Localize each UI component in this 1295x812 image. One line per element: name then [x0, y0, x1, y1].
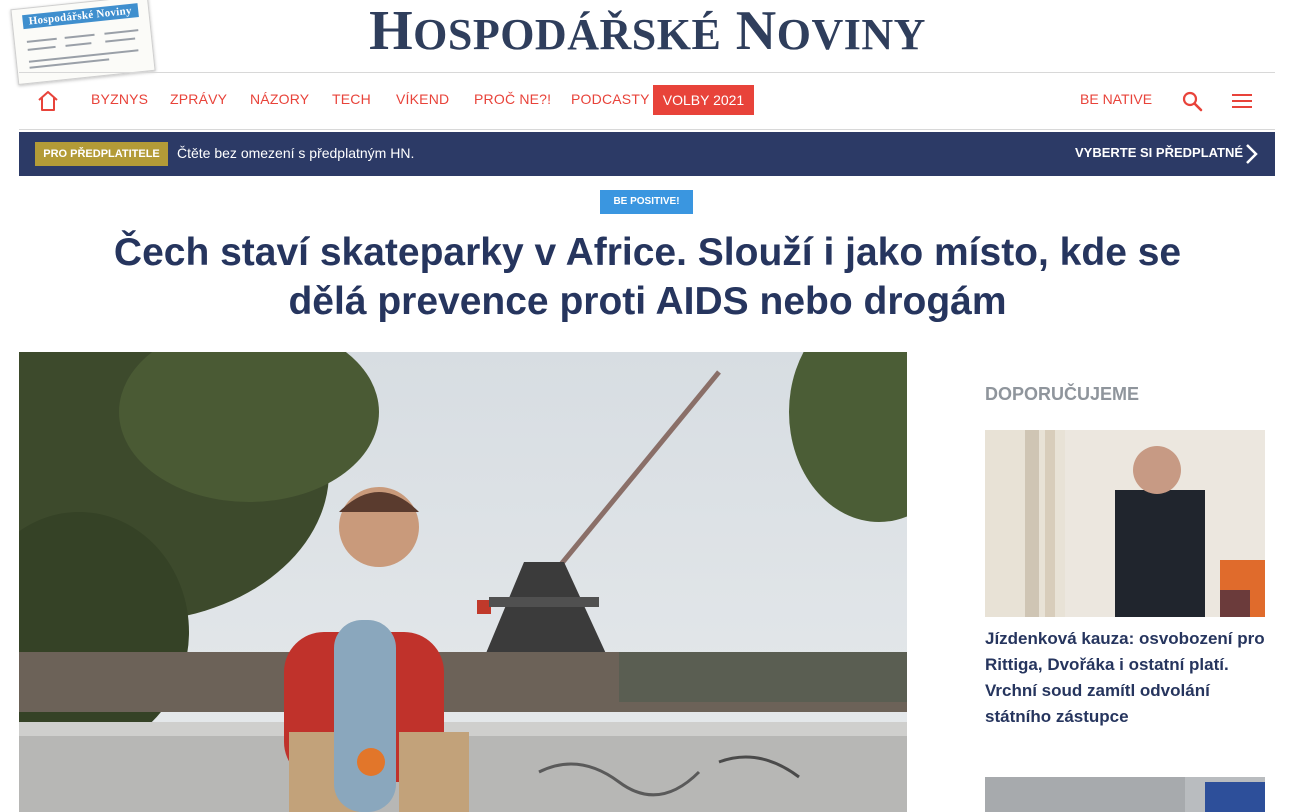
- logo-word: OVINY: [776, 10, 926, 59]
- choose-subscription-link[interactable]: VYBERTE SI PŘEDPLATNÉ: [1075, 145, 1243, 160]
- nav-item-tech[interactable]: TECH: [332, 91, 371, 107]
- subscription-banner[interactable]: PRO PŘEDPLATITELE Čtěte bez omezení s př…: [19, 132, 1275, 176]
- nav-divider: [19, 129, 1275, 130]
- nav-item-podcasty[interactable]: PODCASTY: [571, 91, 650, 107]
- site-logo[interactable]: HOSPODÁŘSKÉ NOVINY: [0, 0, 1295, 66]
- nav-item-be-native[interactable]: BE NATIVE: [1080, 91, 1152, 107]
- article-headline: Čech staví skateparky v Africe. Slouží i…: [113, 231, 1182, 323]
- nav-item-proc-ne[interactable]: PROČ NE?!: [474, 91, 551, 107]
- section-badge[interactable]: BE POSITIVE!: [600, 190, 693, 214]
- sidebar-article-image[interactable]: [985, 430, 1265, 617]
- home-icon[interactable]: [35, 88, 61, 114]
- main-nav: BYZNYS ZPRÁVY NÁZORY TECH VÍKEND PROČ NE…: [19, 73, 1275, 129]
- logo-cap: N: [735, 0, 777, 62]
- chevron-right-icon: [1241, 142, 1261, 166]
- hero-image[interactable]: [19, 352, 907, 812]
- subscription-text: Čtěte bez omezení s předplatným HN.: [177, 145, 415, 161]
- masthead: Hospodářské Noviny HOSPODÁŘSKÉ NOVINY: [0, 0, 1295, 86]
- sidebar-article-image[interactable]: [985, 777, 1265, 812]
- subscriber-badge: PRO PŘEDPLATITELE: [35, 142, 168, 166]
- nav-item-vikend[interactable]: VÍKEND: [396, 91, 449, 107]
- sidebar-heading: DOPORUČUJEME: [985, 384, 1140, 404]
- nav-item-byznys[interactable]: BYZNYS: [91, 91, 148, 107]
- sidebar-article-title[interactable]: Jízdenková kauza: osvobození pro Rittiga…: [985, 626, 1265, 730]
- nav-item-zpravy[interactable]: ZPRÁVY: [170, 91, 227, 107]
- logo-cap: H: [369, 0, 414, 62]
- hamburger-menu-icon[interactable]: [1230, 89, 1254, 113]
- search-icon[interactable]: [1180, 89, 1204, 113]
- nav-item-volby-2021[interactable]: VOLBY 2021: [653, 85, 754, 115]
- nav-item-nazory[interactable]: NÁZORY: [250, 91, 309, 107]
- logo-word: OSPODÁŘSKÉ: [413, 10, 722, 59]
